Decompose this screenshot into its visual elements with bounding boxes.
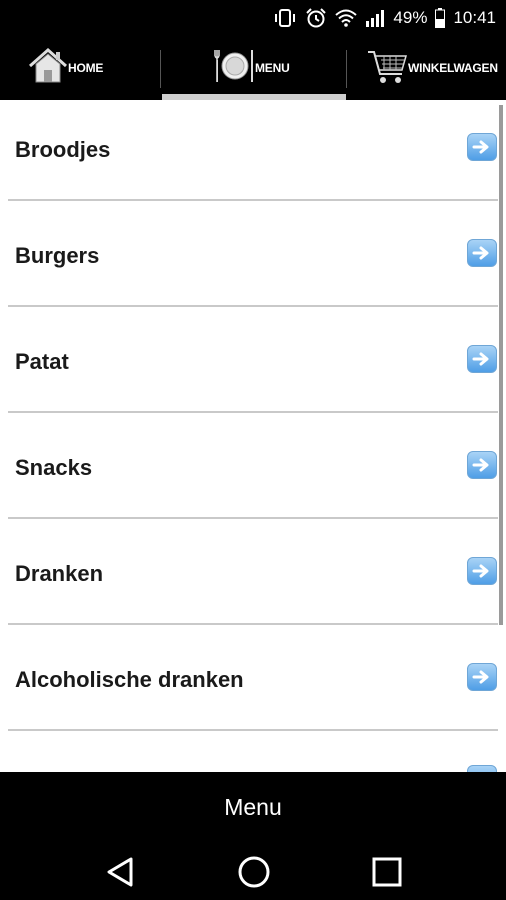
list-item[interactable]: Alcoholische dranken xyxy=(0,630,500,736)
status-bar: 49% 10:41 xyxy=(0,0,506,36)
list-item-label: Burgers xyxy=(15,243,100,268)
arrow-right-icon[interactable] xyxy=(467,663,497,691)
home-icon xyxy=(28,46,68,91)
top-navigation: HOME MENU WINKELWAGEN xyxy=(0,36,506,100)
clock: 10:41 xyxy=(453,8,496,27)
divider xyxy=(8,199,498,201)
battery-icon xyxy=(435,8,446,28)
divider xyxy=(8,411,498,413)
signal-icon xyxy=(365,9,385,27)
vibrate-icon xyxy=(273,8,297,28)
cart-icon xyxy=(366,46,408,91)
arrow-right-icon[interactable] xyxy=(467,557,497,585)
list-item[interactable]: Snacks xyxy=(0,418,500,524)
divider xyxy=(8,305,498,307)
tab-home-label: HOME xyxy=(68,61,104,75)
arrow-right-icon[interactable] xyxy=(467,765,497,772)
list-item-label: Patat xyxy=(15,349,69,374)
divider xyxy=(8,729,498,731)
list-item[interactable] xyxy=(0,736,500,772)
list-item-label: Dranken xyxy=(15,561,104,586)
bottom-action-bar: Menu xyxy=(0,772,506,842)
arrow-right-icon[interactable] xyxy=(467,239,497,267)
android-navigation-bar xyxy=(0,842,506,900)
home-circle-icon[interactable] xyxy=(232,852,276,892)
back-icon[interactable] xyxy=(98,852,142,892)
recents-icon[interactable] xyxy=(365,852,409,892)
divider xyxy=(8,517,498,519)
scrollbar[interactable] xyxy=(499,105,503,625)
arrow-right-icon[interactable] xyxy=(467,133,497,161)
status-bar-right: 49% 10:41 xyxy=(273,0,496,36)
tab-menu[interactable]: MENU xyxy=(213,36,290,100)
list-item[interactable]: Dranken xyxy=(0,524,500,630)
arrow-right-icon[interactable] xyxy=(467,451,497,479)
list-item-label: Snacks xyxy=(15,455,93,480)
battery-percent: 49% xyxy=(393,8,428,27)
tab-winkelwagen-label: WINKELWAGEN xyxy=(408,61,498,75)
tab-divider xyxy=(160,50,161,88)
list-item[interactable]: Burgers xyxy=(0,206,500,312)
tab-home[interactable]: HOME xyxy=(28,36,103,100)
list-item-label: Broodjes xyxy=(15,137,111,162)
tab-divider xyxy=(346,50,347,88)
arrow-right-icon[interactable] xyxy=(467,345,497,373)
tab-winkelwagen[interactable]: WINKELWAGEN xyxy=(366,36,498,100)
list-item[interactable]: Broodjes xyxy=(0,100,500,206)
alarm-icon xyxy=(305,7,327,29)
plate-icon xyxy=(213,46,255,91)
tab-menu-label: MENU xyxy=(255,61,290,75)
list-item-label: Alcoholische dranken xyxy=(15,667,244,692)
menu-category-list[interactable]: Broodjes Burgers Patat Snacks Dranken Al… xyxy=(0,100,506,772)
menu-title[interactable]: Menu xyxy=(0,772,506,842)
wifi-icon xyxy=(335,9,358,27)
divider xyxy=(8,623,498,625)
list-item[interactable]: Patat xyxy=(0,312,500,418)
